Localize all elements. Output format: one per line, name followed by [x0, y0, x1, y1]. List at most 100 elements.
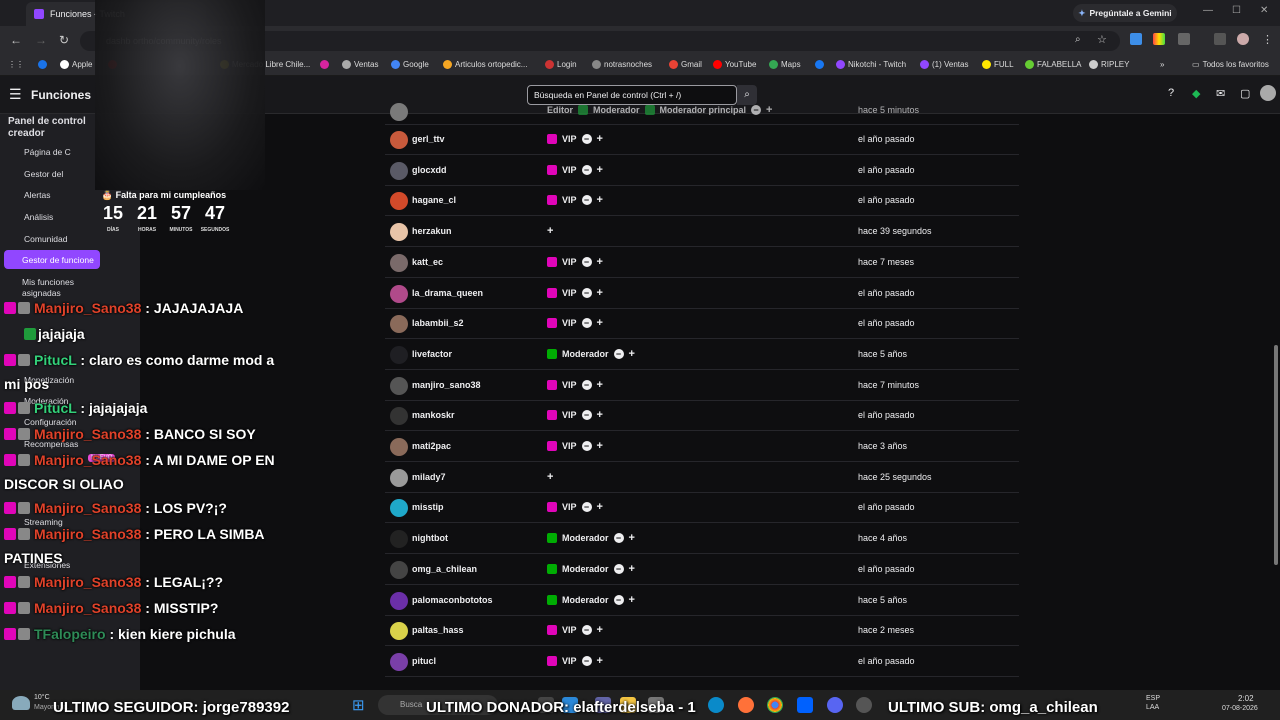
edge-icon[interactable] [708, 697, 724, 713]
firefox-icon[interactable] [738, 697, 754, 713]
puzzle-icon[interactable] [1178, 33, 1190, 45]
remove-role-icon[interactable]: − [581, 164, 592, 175]
username[interactable]: milady7 [412, 472, 446, 482]
bookmark[interactable]: notrasnoches [592, 60, 652, 69]
add-role-icon[interactable]: + [629, 348, 635, 359]
bookmark[interactable]: Apple [60, 60, 92, 69]
remove-role-icon[interactable]: − [581, 625, 592, 636]
table-row[interactable]: nightbot Moderador − + hace 4 años [385, 524, 1019, 555]
username[interactable]: mati2pac [412, 441, 451, 451]
dropbox-icon[interactable] [797, 697, 813, 713]
username[interactable]: katt_ec [412, 257, 443, 267]
add-role-icon[interactable]: + [629, 563, 635, 574]
bookmark[interactable]: Maps [769, 60, 801, 69]
remove-role-icon[interactable]: − [613, 594, 624, 605]
maximize-icon[interactable]: ☐ [1232, 5, 1241, 16]
username[interactable]: mankoskr [412, 410, 455, 420]
profile-avatar[interactable] [1237, 33, 1249, 45]
bookmark[interactable]: Login [545, 60, 577, 69]
table-row[interactable]: herzakun + hace 39 segundos [385, 217, 1019, 248]
add-role-icon[interactable]: + [597, 164, 603, 175]
remove-role-icon[interactable]: − [581, 134, 592, 144]
table-row[interactable]: pitucl VIP − + el año pasado [385, 647, 1019, 677]
gemini-button[interactable]: ✦ Pregúntale a Gemini [1073, 4, 1177, 22]
username[interactable]: herzakun [412, 226, 452, 236]
table-row[interactable]: hagane_cl VIP − + el año pasado [385, 186, 1019, 217]
table-row[interactable]: mati2pac VIP − + hace 3 años [385, 432, 1019, 462]
bookmark[interactable]: FULL [982, 60, 1014, 69]
remove-role-icon[interactable]: − [581, 655, 592, 666]
add-role-icon[interactable]: + [597, 502, 603, 513]
username[interactable]: palomaconbototos [412, 595, 493, 605]
table-row[interactable]: katt_ec VIP − + hace 7 meses [385, 248, 1019, 278]
back-icon[interactable]: ← [10, 33, 22, 47]
bookmark[interactable]: YouTube [713, 60, 756, 69]
close-icon[interactable]: ✕ [1260, 5, 1268, 16]
language-indicator[interactable]: ESP LAA [1146, 694, 1160, 712]
discord-icon[interactable] [827, 697, 843, 713]
remove-role-icon[interactable]: − [581, 287, 592, 298]
star-icon[interactable]: ☆ [1097, 33, 1107, 46]
bookmark[interactable]: FALABELLA [1025, 60, 1081, 69]
inbox-icon[interactable]: ✉ [1216, 87, 1225, 100]
remove-role-icon[interactable]: − [581, 502, 592, 513]
remove-role-icon[interactable]: − [581, 256, 592, 267]
remove-role-icon[interactable]: − [581, 441, 592, 451]
extension-icon[interactable] [1153, 33, 1165, 45]
bookmark[interactable]: Gmail [669, 60, 702, 69]
remove-role-icon[interactable]: − [613, 348, 624, 359]
table-row[interactable]: Editor Moderador Moderador principal − + hac… [385, 99, 1019, 125]
add-role-icon[interactable]: + [597, 134, 603, 145]
table-row[interactable]: labambii_s2 VIP − + el año pasado [385, 309, 1019, 340]
bookmark[interactable]: Ventas [342, 60, 378, 69]
sidebar-item-active[interactable]: Gestor de funcione [22, 255, 94, 265]
table-row[interactable]: la_drama_queen VIP − + el año pasado [385, 279, 1019, 309]
bookmark[interactable]: Nikotchi - Twitch [836, 60, 906, 69]
table-row[interactable]: misstip VIP − + el año pasado [385, 493, 1019, 524]
add-role-icon[interactable]: + [597, 256, 603, 267]
forward-icon[interactable]: → [35, 33, 47, 47]
add-role-icon[interactable]: + [597, 410, 603, 421]
add-role-icon[interactable]: + [597, 625, 603, 636]
media-icon[interactable] [1214, 33, 1226, 45]
table-row[interactable]: glocxdd VIP − + el año pasado [385, 156, 1019, 186]
username[interactable]: labambii_s2 [412, 318, 464, 328]
bookmark[interactable]: RIPLEY [1089, 60, 1129, 69]
add-role-icon[interactable]: + [629, 533, 635, 544]
clock-time[interactable]: 2:02 [1238, 694, 1254, 703]
remove-role-icon[interactable]: − [581, 379, 592, 390]
zoom-icon[interactable]: ⌕ [1075, 34, 1081, 45]
add-role-icon[interactable]: + [597, 287, 603, 298]
notifications-icon[interactable]: ▢ [1240, 87, 1250, 100]
add-role-icon[interactable]: + [629, 594, 635, 605]
chrome-icon[interactable] [767, 697, 783, 713]
username[interactable]: hagane_cl [412, 195, 456, 205]
remove-role-icon[interactable]: − [581, 410, 592, 421]
sidebar-item[interactable]: Alertas [24, 190, 50, 200]
sidebar-item[interactable]: Análisis [24, 212, 53, 222]
table-row[interactable]: paltas_hass VIP − + hace 2 meses [385, 616, 1019, 647]
table-row[interactable]: milady7 + hace 25 segundos [385, 463, 1019, 493]
remove-role-icon[interactable]: − [613, 563, 624, 574]
username[interactable]: nightbot [412, 533, 448, 543]
drops-icon[interactable]: ◆ [1192, 87, 1200, 100]
sidebar-item[interactable]: Gestor del [24, 169, 63, 179]
add-role-icon[interactable]: + [597, 441, 603, 452]
sidebar-subitem[interactable]: Mis funciones asignadas [22, 277, 74, 299]
reload-icon[interactable]: ↻ [59, 33, 69, 47]
remove-role-icon[interactable]: − [581, 195, 592, 206]
bookmark[interactable]: Articulos ortopedic... [443, 60, 527, 69]
add-role-icon[interactable]: + [597, 379, 603, 390]
sidebar-item[interactable]: Comunidad [24, 234, 67, 244]
username[interactable]: misstip [412, 502, 444, 512]
username[interactable]: la_drama_queen [412, 288, 483, 298]
table-row[interactable]: mankoskr VIP − + el año pasado [385, 401, 1019, 432]
table-row[interactable]: livefactor Moderador − + hace 5 años [385, 340, 1019, 370]
add-role-icon[interactable]: + [597, 655, 603, 666]
user-avatar[interactable] [1260, 85, 1276, 101]
bookmark[interactable] [38, 60, 47, 69]
scrollbar[interactable] [1274, 345, 1278, 565]
bookmark-folder[interactable]: ▭ Todos los favoritos [1192, 60, 1269, 69]
bookmark[interactable]: Google [391, 60, 429, 69]
sidebar-item[interactable]: Página de C [24, 147, 71, 157]
